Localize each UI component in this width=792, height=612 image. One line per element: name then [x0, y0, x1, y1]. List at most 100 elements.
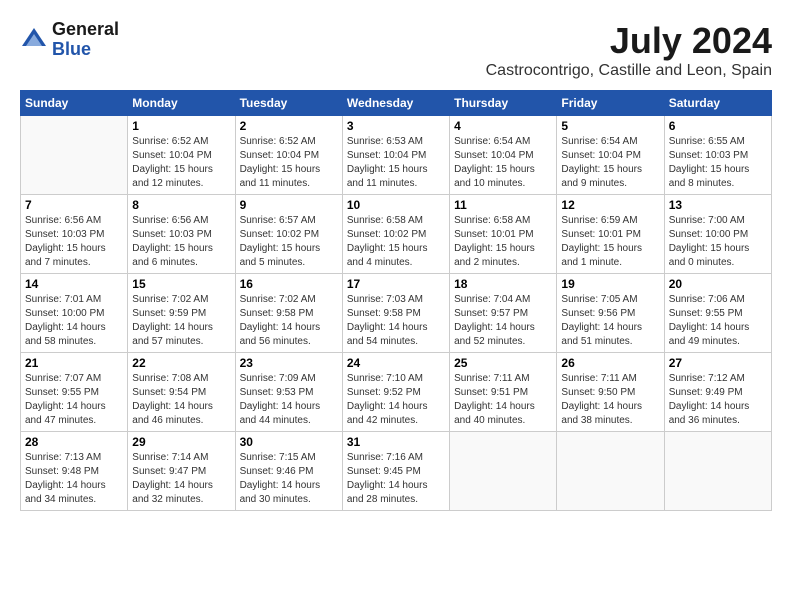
day-info: Sunrise: 7:14 AM Sunset: 9:47 PM Dayligh… [132, 451, 230, 507]
calendar-cell: 26Sunrise: 7:11 AM Sunset: 9:50 PM Dayli… [557, 353, 664, 432]
logo-general-text: General [52, 20, 119, 40]
calendar-cell: 24 Sunrise: 7:10 AM Sunset: 9:52 PM Dayli… [342, 353, 449, 432]
calendar-cell: 3 Sunrise: 6:53 AM Sunset: 10:04 PM Dayli… [342, 116, 449, 195]
calendar-cell: 22Sunrise: 7:08 AM Sunset: 9:54 PM Dayli… [128, 353, 235, 432]
calendar-header-sunday: Sunday [21, 91, 128, 116]
day-number: 2 [240, 119, 338, 133]
calendar-cell: 11Sunrise: 6:58 AM Sunset: 10:01 PM Dayl… [450, 195, 557, 274]
day-number: 13 [669, 198, 767, 212]
day-number: 27 [669, 356, 767, 370]
day-number: 15 [132, 277, 230, 291]
day-number: 3 [347, 119, 445, 133]
calendar-cell: 21 Sunrise: 7:07 AM Sunset: 9:55 PM Dayli… [21, 353, 128, 432]
calendar-cell [664, 432, 771, 511]
logo-blue-text: Blue [52, 40, 119, 60]
calendar-cell: 15 Sunrise: 7:02 AM Sunset: 9:59 PM Dayli… [128, 274, 235, 353]
day-info: Sunrise: 7:11 AM Sunset: 9:50 PM Dayligh… [561, 372, 659, 428]
day-info: Sunrise: 7:12 AM Sunset: 9:49 PM Dayligh… [669, 372, 767, 428]
day-info: Sunrise: 7:04 AM Sunset: 9:57 PM Dayligh… [454, 293, 552, 349]
day-info: Sunrise: 6:52 AM Sunset: 10:04 PM Daylig… [240, 135, 338, 191]
calendar-cell: 18 Sunrise: 7:04 AM Sunset: 9:57 PM Dayli… [450, 274, 557, 353]
day-number: 19 [561, 277, 659, 291]
calendar-header-wednesday: Wednesday [342, 91, 449, 116]
calendar-cell: 12 Sunrise: 6:59 AM Sunset: 10:01 PM Dayl… [557, 195, 664, 274]
day-number: 4 [454, 119, 552, 133]
day-info: Sunrise: 6:52 AM Sunset: 10:04 PM Daylig… [132, 135, 230, 191]
day-info: Sunrise: 7:07 AM Sunset: 9:55 PM Dayligh… [25, 372, 123, 428]
day-info: Sunrise: 6:59 AM Sunset: 10:01 PM Daylig… [561, 214, 659, 270]
calendar-cell: 2 Sunrise: 6:52 AM Sunset: 10:04 PM Dayli… [235, 116, 342, 195]
day-info: Sunrise: 7:00 AM Sunset: 10:00 PM Daylig… [669, 214, 767, 270]
day-info: Sunrise: 7:11 AM Sunset: 9:51 PM Dayligh… [454, 372, 552, 428]
calendar-cell: 20 Sunrise: 7:06 AM Sunset: 9:55 PM Dayli… [664, 274, 771, 353]
calendar-header-tuesday: Tuesday [235, 91, 342, 116]
calendar-header-row: SundayMondayTuesdayWednesdayThursdayFrid… [21, 91, 772, 116]
calendar-cell: 16 Sunrise: 7:02 AM Sunset: 9:58 PM Dayli… [235, 274, 342, 353]
day-number: 29 [132, 435, 230, 449]
day-info: Sunrise: 7:16 AM Sunset: 9:45 PM Dayligh… [347, 451, 445, 507]
day-info: Sunrise: 6:58 AM Sunset: 10:01 PM Daylig… [454, 214, 552, 270]
calendar-cell: 23 Sunrise: 7:09 AM Sunset: 9:53 PM Dayli… [235, 353, 342, 432]
day-number: 30 [240, 435, 338, 449]
day-info: Sunrise: 7:05 AM Sunset: 9:56 PM Dayligh… [561, 293, 659, 349]
calendar-cell: 1Sunrise: 6:52 AM Sunset: 10:04 PM Dayli… [128, 116, 235, 195]
calendar-cell: 25 Sunrise: 7:11 AM Sunset: 9:51 PM Dayli… [450, 353, 557, 432]
logo-icon [20, 26, 48, 54]
calendar-header-thursday: Thursday [450, 91, 557, 116]
day-number: 20 [669, 277, 767, 291]
day-info: Sunrise: 7:10 AM Sunset: 9:52 PM Dayligh… [347, 372, 445, 428]
day-info: Sunrise: 7:15 AM Sunset: 9:46 PM Dayligh… [240, 451, 338, 507]
day-info: Sunrise: 7:02 AM Sunset: 9:59 PM Dayligh… [132, 293, 230, 349]
day-number: 10 [347, 198, 445, 212]
day-number: 18 [454, 277, 552, 291]
calendar-week-row: 14Sunrise: 7:01 AM Sunset: 10:00 PM Dayl… [21, 274, 772, 353]
day-number: 23 [240, 356, 338, 370]
day-info: Sunrise: 6:53 AM Sunset: 10:04 PM Daylig… [347, 135, 445, 191]
calendar-week-row: 1Sunrise: 6:52 AM Sunset: 10:04 PM Dayli… [21, 116, 772, 195]
calendar-cell [21, 116, 128, 195]
calendar-header-saturday: Saturday [664, 91, 771, 116]
day-number: 31 [347, 435, 445, 449]
title-area: July 2024 Castrocontrigo, Castille and L… [486, 20, 772, 80]
month-title: July 2024 [486, 20, 772, 62]
day-number: 7 [25, 198, 123, 212]
calendar-cell: 9Sunrise: 6:57 AM Sunset: 10:02 PM Dayli… [235, 195, 342, 274]
day-number: 28 [25, 435, 123, 449]
day-info: Sunrise: 7:03 AM Sunset: 9:58 PM Dayligh… [347, 293, 445, 349]
calendar-cell [450, 432, 557, 511]
calendar-cell: 28 Sunrise: 7:13 AM Sunset: 9:48 PM Dayli… [21, 432, 128, 511]
logo: General Blue [20, 20, 119, 60]
calendar-cell: 27 Sunrise: 7:12 AM Sunset: 9:49 PM Dayli… [664, 353, 771, 432]
day-info: Sunrise: 7:06 AM Sunset: 9:55 PM Dayligh… [669, 293, 767, 349]
calendar-cell: 4Sunrise: 6:54 AM Sunset: 10:04 PM Dayli… [450, 116, 557, 195]
calendar-cell: 6 Sunrise: 6:55 AM Sunset: 10:03 PM Dayli… [664, 116, 771, 195]
day-number: 24 [347, 356, 445, 370]
calendar-cell: 7 Sunrise: 6:56 AM Sunset: 10:03 PM Dayli… [21, 195, 128, 274]
day-info: Sunrise: 7:13 AM Sunset: 9:48 PM Dayligh… [25, 451, 123, 507]
page-header: General Blue July 2024 Castrocontrigo, C… [20, 20, 772, 80]
calendar-header-friday: Friday [557, 91, 664, 116]
logo-text: General Blue [52, 20, 119, 60]
day-info: Sunrise: 7:02 AM Sunset: 9:58 PM Dayligh… [240, 293, 338, 349]
day-info: Sunrise: 6:56 AM Sunset: 10:03 PM Daylig… [25, 214, 123, 270]
calendar-cell: 30 Sunrise: 7:15 AM Sunset: 9:46 PM Dayli… [235, 432, 342, 511]
day-number: 14 [25, 277, 123, 291]
calendar-cell: 5Sunrise: 6:54 AM Sunset: 10:04 PM Dayli… [557, 116, 664, 195]
day-number: 17 [347, 277, 445, 291]
day-info: Sunrise: 7:08 AM Sunset: 9:54 PM Dayligh… [132, 372, 230, 428]
day-number: 25 [454, 356, 552, 370]
day-info: Sunrise: 6:54 AM Sunset: 10:04 PM Daylig… [561, 135, 659, 191]
calendar-week-row: 7 Sunrise: 6:56 AM Sunset: 10:03 PM Dayli… [21, 195, 772, 274]
calendar-cell: 10Sunrise: 6:58 AM Sunset: 10:02 PM Dayl… [342, 195, 449, 274]
day-number: 12 [561, 198, 659, 212]
day-number: 21 [25, 356, 123, 370]
day-info: Sunrise: 6:55 AM Sunset: 10:03 PM Daylig… [669, 135, 767, 191]
calendar-week-row: 28 Sunrise: 7:13 AM Sunset: 9:48 PM Dayli… [21, 432, 772, 511]
calendar-cell [557, 432, 664, 511]
calendar-cell: 13 Sunrise: 7:00 AM Sunset: 10:00 PM Dayl… [664, 195, 771, 274]
calendar-table: SundayMondayTuesdayWednesdayThursdayFrid… [20, 90, 772, 511]
day-number: 8 [132, 198, 230, 212]
day-number: 6 [669, 119, 767, 133]
day-number: 16 [240, 277, 338, 291]
day-info: Sunrise: 7:09 AM Sunset: 9:53 PM Dayligh… [240, 372, 338, 428]
